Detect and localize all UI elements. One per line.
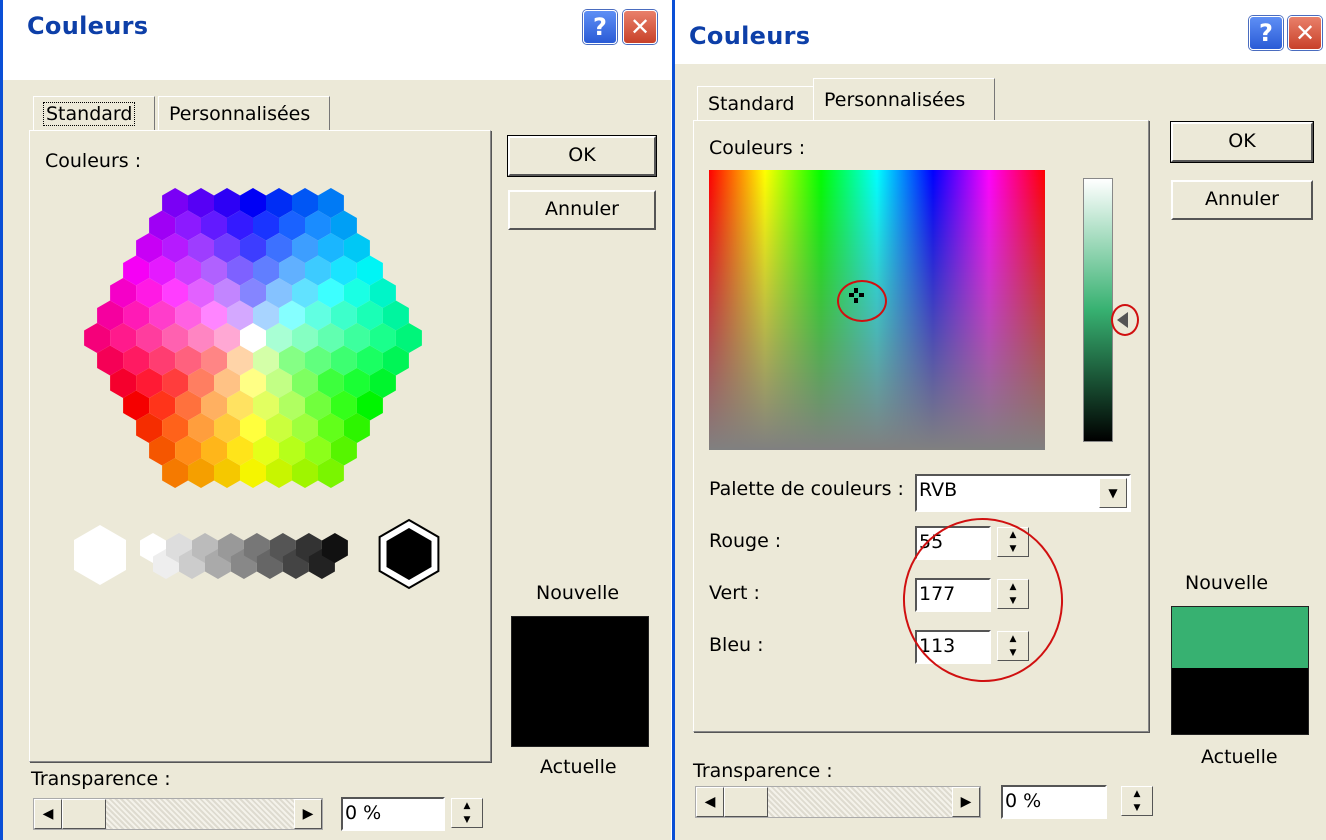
chevron-down-icon[interactable]: ▼ xyxy=(1099,478,1127,508)
spin-down-icon[interactable]: ▼ xyxy=(1122,801,1152,815)
red-label: Rouge : xyxy=(709,530,782,552)
new-color-label: Nouvelle xyxy=(536,582,620,604)
transparency-spinner[interactable]: ▲ ▼ xyxy=(1121,786,1153,816)
close-button[interactable]: ✕ xyxy=(1288,16,1322,50)
tab-custom[interactable]: Personnalisées xyxy=(158,96,330,130)
dialog-title: Couleurs xyxy=(27,12,149,40)
annotation-circle xyxy=(1111,304,1139,336)
transparency-label: Transparence : xyxy=(31,768,171,790)
transparency-input[interactable]: 0 % xyxy=(1001,785,1107,819)
new-color-swatch xyxy=(1171,606,1309,669)
ok-button[interactable]: OK xyxy=(507,135,657,177)
palette-select[interactable]: RVB ▼ xyxy=(915,474,1131,512)
current-color-swatch xyxy=(1171,668,1309,735)
scroll-left-icon[interactable]: ◀ xyxy=(696,787,724,817)
tab-standard[interactable]: Standard xyxy=(33,96,155,130)
current-color-swatch xyxy=(511,681,649,747)
scroll-left-icon[interactable]: ◀ xyxy=(34,799,62,829)
colors-label: Couleurs : xyxy=(45,150,142,172)
transparency-slider[interactable]: ◀ ▶ xyxy=(695,786,981,818)
new-color-label: Nouvelle xyxy=(1185,572,1269,594)
color-honeycomb[interactable] xyxy=(43,170,483,610)
slider-thumb[interactable] xyxy=(62,799,106,829)
spin-up-icon[interactable]: ▲ xyxy=(1122,787,1152,801)
green-label: Vert : xyxy=(709,582,760,604)
title-bar: Couleurs ? ✕ xyxy=(675,0,1326,72)
title-bar: Couleurs ? ✕ xyxy=(3,0,671,80)
transparency-label: Transparence : xyxy=(693,760,833,782)
tab-standard[interactable]: Standard xyxy=(697,86,815,120)
spin-down-icon[interactable]: ▼ xyxy=(452,813,482,827)
help-button[interactable]: ? xyxy=(1249,16,1283,50)
close-button[interactable]: ✕ xyxy=(623,10,657,44)
cancel-button[interactable]: Annuler xyxy=(508,190,656,230)
transparency-slider[interactable]: ◀ ▶ xyxy=(33,798,323,830)
tab-custom[interactable]: Personnalisées xyxy=(813,78,995,120)
transparency-spinner[interactable]: ▲ ▼ xyxy=(451,798,483,828)
colors-dialog-custom: Couleurs ? ✕ Standard Personnalisées Cou… xyxy=(672,0,1326,840)
tab-label: Standard xyxy=(42,102,136,126)
current-color-label: Actuelle xyxy=(1201,746,1278,768)
ok-button[interactable]: OK xyxy=(1170,121,1314,163)
cancel-button[interactable]: Annuler xyxy=(1171,180,1313,220)
transparency-input[interactable]: 0 % xyxy=(341,797,445,831)
current-color-label: Actuelle xyxy=(540,756,617,778)
slider-thumb[interactable] xyxy=(724,787,768,817)
spin-up-icon[interactable]: ▲ xyxy=(452,799,482,813)
palette-value: RVB xyxy=(919,479,958,501)
new-color-swatch xyxy=(511,616,649,682)
scroll-right-icon[interactable]: ▶ xyxy=(294,799,322,829)
colors-dialog-standard: Couleurs ? ✕ Standard Personnalisées Cou… xyxy=(0,0,671,840)
blue-label: Bleu : xyxy=(709,634,764,656)
scroll-right-icon[interactable]: ▶ xyxy=(952,787,980,817)
white-cell[interactable] xyxy=(74,525,126,585)
help-button[interactable]: ? xyxy=(583,10,617,44)
palette-label: Palette de couleurs : xyxy=(709,478,904,500)
luminance-bar[interactable] xyxy=(1083,178,1113,442)
colors-label: Couleurs : xyxy=(709,137,806,159)
annotation-circle xyxy=(837,280,887,322)
dialog-title: Couleurs xyxy=(689,22,811,50)
